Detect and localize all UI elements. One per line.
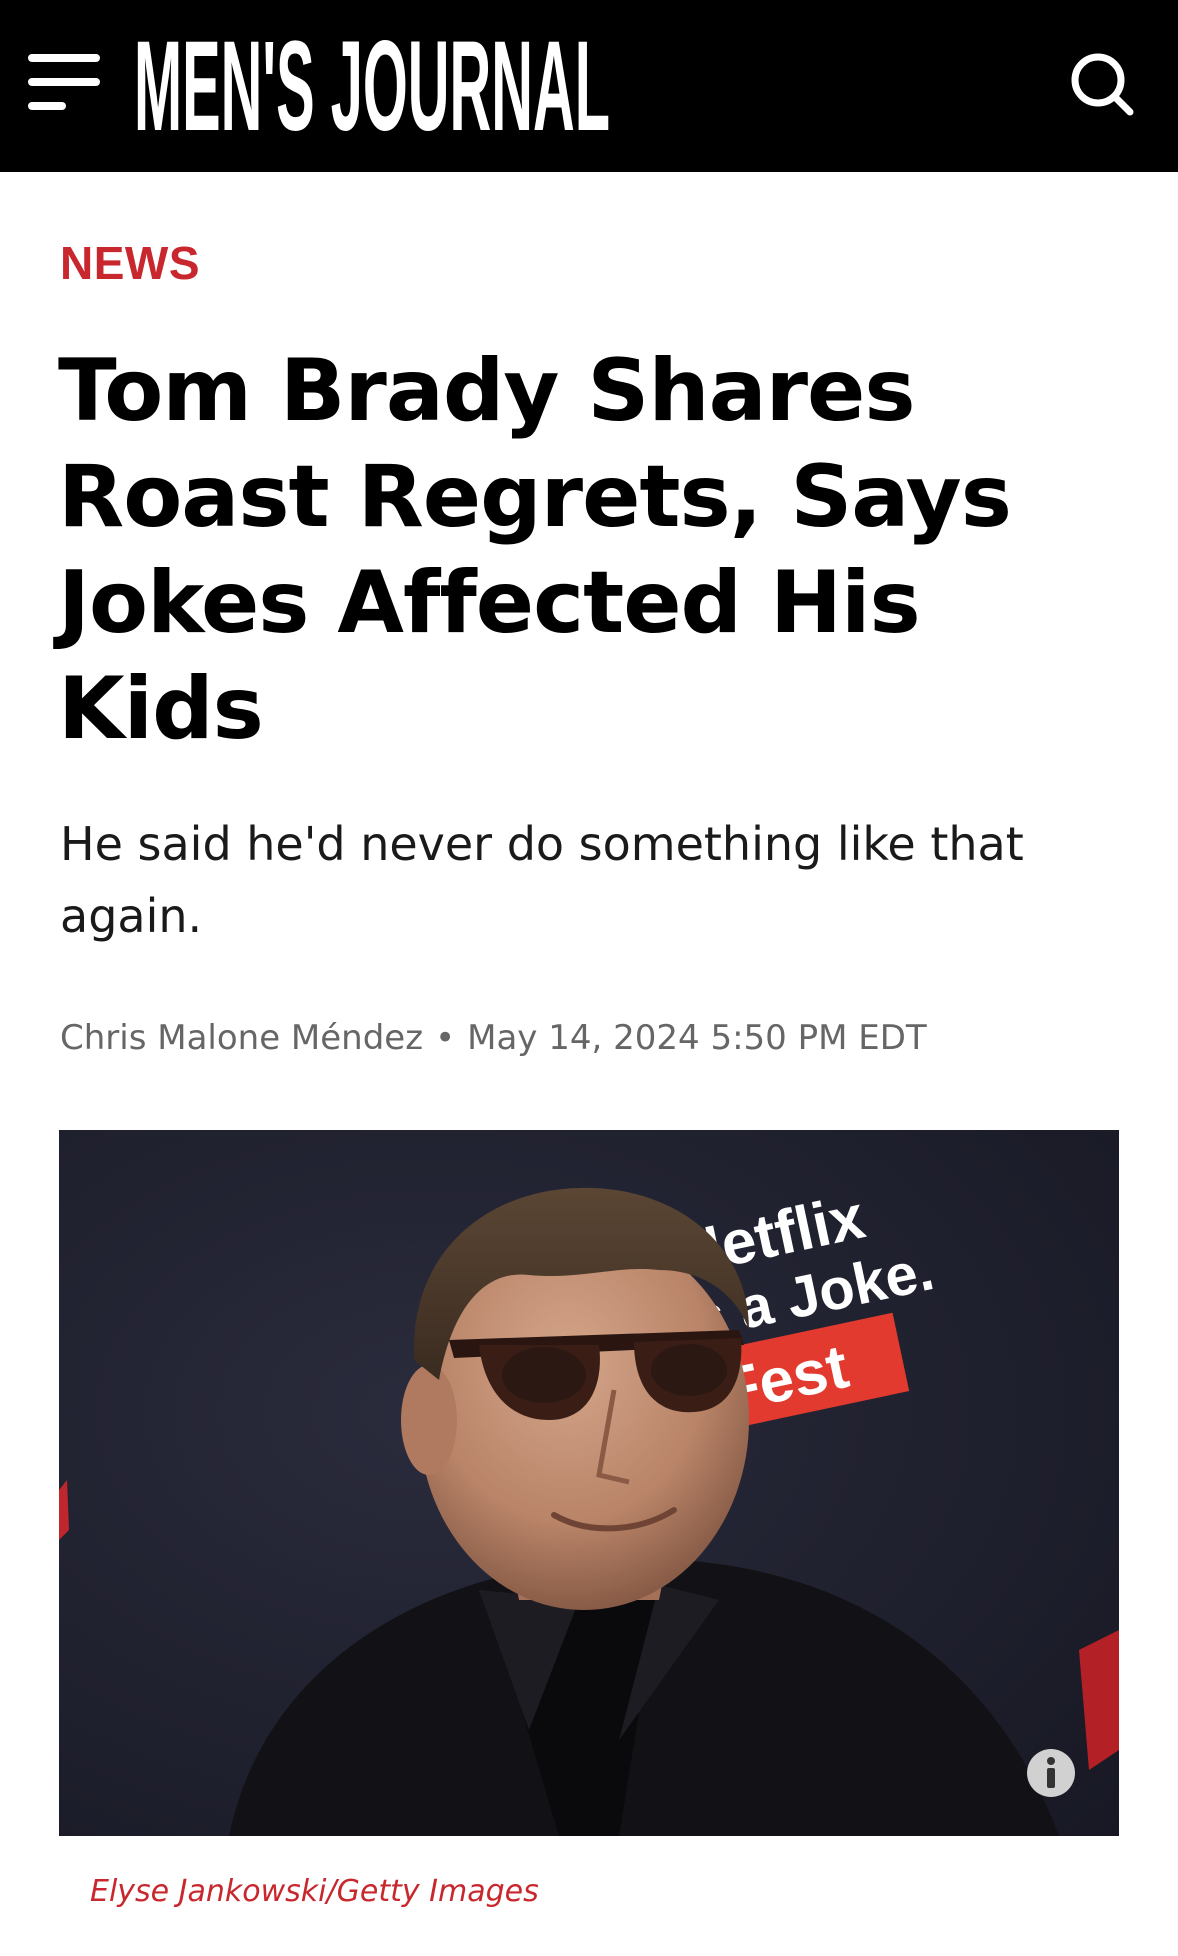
article-dek: He said he'd never do something like tha…: [60, 817, 1024, 943]
site-logo[interactable]: MEN'S JOURNAL: [134, 15, 614, 158]
hamburger-menu-icon[interactable]: [28, 52, 104, 112]
publish-date: May 14, 2024 5:50 PM EDT: [467, 1018, 927, 1058]
site-header: MEN'S JOURNAL: [0, 0, 1178, 172]
photo-credit: Elyse Jankowski/Getty Images: [90, 1874, 539, 1909]
author-link[interactable]: Chris Malone Méndez: [60, 1018, 423, 1058]
info-icon[interactable]: [1026, 1748, 1076, 1798]
logo-text: MEN'S JOURNAL: [134, 22, 610, 142]
category-link[interactable]: NEWS: [60, 236, 200, 290]
byline-separator: •: [435, 1018, 456, 1058]
byline: Chris Malone Méndez • May 14, 2024 5:50 PM…: [60, 1018, 1120, 1058]
article-headline: Tom Brady Shares Roast Regrets, Says Jok…: [58, 341, 1012, 759]
hero-image: Netflix is a Joke. Fest: [59, 1130, 1119, 1836]
search-icon[interactable]: [1068, 50, 1136, 118]
